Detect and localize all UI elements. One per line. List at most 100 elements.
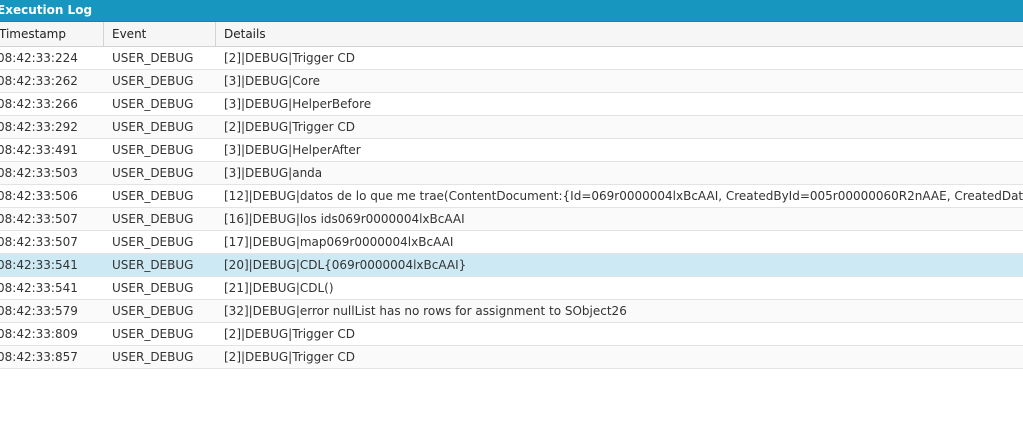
table-row[interactable]: 08:42:33:809 USER_DEBUG [2]|DEBUG|Trigger …: [0, 323, 1023, 346]
table-row[interactable]: 08:42:33:857 USER_DEBUG [2]|DEBUG|Trigger …: [0, 346, 1023, 369]
cell-event-text: USER_DEBUG: [112, 258, 194, 272]
panel-title: Execution Log: [0, 3, 93, 17]
cell-details: [21]|DEBUG|CDL(): [216, 277, 1023, 299]
cell-timestamp: 08:42:33:857: [0, 346, 104, 368]
cell-event: USER_DEBUG: [104, 208, 216, 230]
cell-event-text: USER_DEBUG: [112, 327, 194, 341]
column-header-event-label: Event: [112, 27, 147, 41]
cell-details: [20]|DEBUG|CDL{069r0000004lxBcAAI}: [216, 254, 1023, 276]
cell-event-text: USER_DEBUG: [112, 304, 194, 318]
cell-details: [2]|DEBUG|Trigger CD: [216, 116, 1023, 138]
cell-details: [32]|DEBUG|error nullList has no rows fo…: [216, 300, 1023, 322]
log-table-body: 08:42:33:224 USER_DEBUG [2]|DEBUG|Trigger …: [0, 47, 1023, 369]
column-header-details-label: Details: [224, 27, 266, 41]
cell-timestamp-text: 08:42:33:507: [0, 235, 78, 249]
table-row[interactable]: 08:42:33:491 USER_DEBUG [3]|DEBUG|HelperAf…: [0, 139, 1023, 162]
panel-title-bar: Execution Log: [0, 0, 1023, 22]
cell-timestamp: 08:42:33:506: [0, 185, 104, 207]
cell-timestamp: 08:42:33:579: [0, 300, 104, 322]
table-row[interactable]: 08:42:33:541 USER_DEBUG [21]|DEBUG|CDL(): [0, 277, 1023, 300]
cell-details: [3]|DEBUG|anda: [216, 162, 1023, 184]
table-row[interactable]: 08:42:33:506 USER_DEBUG [12]|DEBUG|datos d…: [0, 185, 1023, 208]
cell-details-text: [2]|DEBUG|Trigger CD: [224, 51, 356, 65]
cell-timestamp: 08:42:33:262: [0, 70, 104, 92]
table-row[interactable]: 08:42:33:579 USER_DEBUG [32]|DEBUG|error n…: [0, 300, 1023, 323]
cell-details: [12]|DEBUG|datos de lo que me trae(Conte…: [216, 185, 1023, 207]
cell-details-text: [16]|DEBUG|los ids069r0000004lxBcAAI: [224, 212, 465, 226]
cell-event: USER_DEBUG: [104, 139, 216, 161]
column-header-event[interactable]: Event: [104, 22, 216, 46]
cell-event-text: USER_DEBUG: [112, 74, 194, 88]
cell-event: USER_DEBUG: [104, 185, 216, 207]
cell-details-text: [3]|DEBUG|Core: [224, 74, 320, 88]
cell-details-text: [12]|DEBUG|datos de lo que me trae(Conte…: [224, 189, 1023, 203]
cell-event: USER_DEBUG: [104, 231, 216, 253]
cell-timestamp-text: 08:42:33:292: [0, 120, 78, 134]
cell-timestamp-text: 08:42:33:541: [0, 281, 78, 295]
table-row[interactable]: 08:42:33:507 USER_DEBUG [17]|DEBUG|map069r…: [0, 231, 1023, 254]
table-row[interactable]: 08:42:33:224 USER_DEBUG [2]|DEBUG|Trigger …: [0, 47, 1023, 70]
cell-event: USER_DEBUG: [104, 116, 216, 138]
cell-timestamp-text: 08:42:33:506: [0, 189, 78, 203]
cell-event: USER_DEBUG: [104, 162, 216, 184]
cell-event-text: USER_DEBUG: [112, 120, 194, 134]
cell-details: [3]|DEBUG|Core: [216, 70, 1023, 92]
cell-timestamp-text: 08:42:33:541: [0, 258, 78, 272]
cell-timestamp-text: 08:42:33:262: [0, 74, 78, 88]
cell-timestamp-text: 08:42:33:579: [0, 304, 78, 318]
table-row[interactable]: 08:42:33:503 USER_DEBUG [3]|DEBUG|anda: [0, 162, 1023, 185]
cell-details-text: [2]|DEBUG|Trigger CD: [224, 120, 356, 134]
cell-timestamp-text: 08:42:33:503: [0, 166, 78, 180]
cell-event-text: USER_DEBUG: [112, 166, 194, 180]
cell-details-text: [17]|DEBUG|map069r0000004lxBcAAI: [224, 235, 454, 249]
table-row[interactable]: 08:42:33:541 USER_DEBUG [20]|DEBUG|CDL{069…: [0, 254, 1023, 277]
column-header-timestamp[interactable]: Timestamp: [0, 22, 104, 46]
cell-event: USER_DEBUG: [104, 254, 216, 276]
cell-event: USER_DEBUG: [104, 93, 216, 115]
cell-timestamp: 08:42:33:224: [0, 47, 104, 69]
cell-timestamp-text: 08:42:33:224: [0, 51, 78, 65]
cell-details-text: [2]|DEBUG|Trigger CD: [224, 327, 356, 341]
cell-timestamp-text: 08:42:33:266: [0, 97, 78, 111]
cell-timestamp-text: 08:42:33:809: [0, 327, 78, 341]
cell-details-text: [32]|DEBUG|error nullList has no rows fo…: [224, 304, 627, 318]
cell-event: USER_DEBUG: [104, 70, 216, 92]
cell-event: USER_DEBUG: [104, 47, 216, 69]
execution-log-panel: Execution Log Timestamp Event Details 08…: [0, 0, 1023, 440]
cell-event-text: USER_DEBUG: [112, 143, 194, 157]
cell-details: [3]|DEBUG|HelperAfter: [216, 139, 1023, 161]
column-header-details[interactable]: Details: [216, 22, 1023, 46]
cell-details: [2]|DEBUG|Trigger CD: [216, 323, 1023, 345]
table-row[interactable]: 08:42:33:262 USER_DEBUG [3]|DEBUG|Core: [0, 70, 1023, 93]
cell-details-text: [3]|DEBUG|HelperAfter: [224, 143, 361, 157]
grid-header: Timestamp Event Details: [0, 22, 1023, 47]
cell-details-text: [3]|DEBUG|HelperBefore: [224, 97, 372, 111]
table-row[interactable]: 08:42:33:507 USER_DEBUG [16]|DEBUG|los ids…: [0, 208, 1023, 231]
cell-details: [17]|DEBUG|map069r0000004lxBcAAI: [216, 231, 1023, 253]
table-row[interactable]: 08:42:33:292 USER_DEBUG [2]|DEBUG|Trigger …: [0, 116, 1023, 139]
cell-details-text: [20]|DEBUG|CDL{069r0000004lxBcAAI}: [224, 258, 467, 272]
cell-timestamp: 08:42:33:292: [0, 116, 104, 138]
cell-event-text: USER_DEBUG: [112, 189, 194, 203]
cell-details-text: [21]|DEBUG|CDL(): [224, 281, 334, 295]
cell-timestamp: 08:42:33:809: [0, 323, 104, 345]
cell-timestamp: 08:42:33:541: [0, 254, 104, 276]
cell-event: USER_DEBUG: [104, 300, 216, 322]
cell-event: USER_DEBUG: [104, 323, 216, 345]
cell-event-text: USER_DEBUG: [112, 281, 194, 295]
cell-timestamp-text: 08:42:33:491: [0, 143, 78, 157]
cell-details-text: [3]|DEBUG|anda: [224, 166, 323, 180]
cell-timestamp-text: 08:42:33:857: [0, 350, 78, 364]
cell-details: [2]|DEBUG|Trigger CD: [216, 346, 1023, 368]
cell-details: [16]|DEBUG|los ids069r0000004lxBcAAI: [216, 208, 1023, 230]
cell-event-text: USER_DEBUG: [112, 235, 194, 249]
cell-event-text: USER_DEBUG: [112, 350, 194, 364]
cell-event-text: USER_DEBUG: [112, 212, 194, 226]
cell-event-text: USER_DEBUG: [112, 51, 194, 65]
cell-event-text: USER_DEBUG: [112, 97, 194, 111]
cell-details: [2]|DEBUG|Trigger CD: [216, 47, 1023, 69]
cell-timestamp: 08:42:33:266: [0, 93, 104, 115]
cell-event: USER_DEBUG: [104, 346, 216, 368]
cell-details: [3]|DEBUG|HelperBefore: [216, 93, 1023, 115]
table-row[interactable]: 08:42:33:266 USER_DEBUG [3]|DEBUG|HelperBe…: [0, 93, 1023, 116]
